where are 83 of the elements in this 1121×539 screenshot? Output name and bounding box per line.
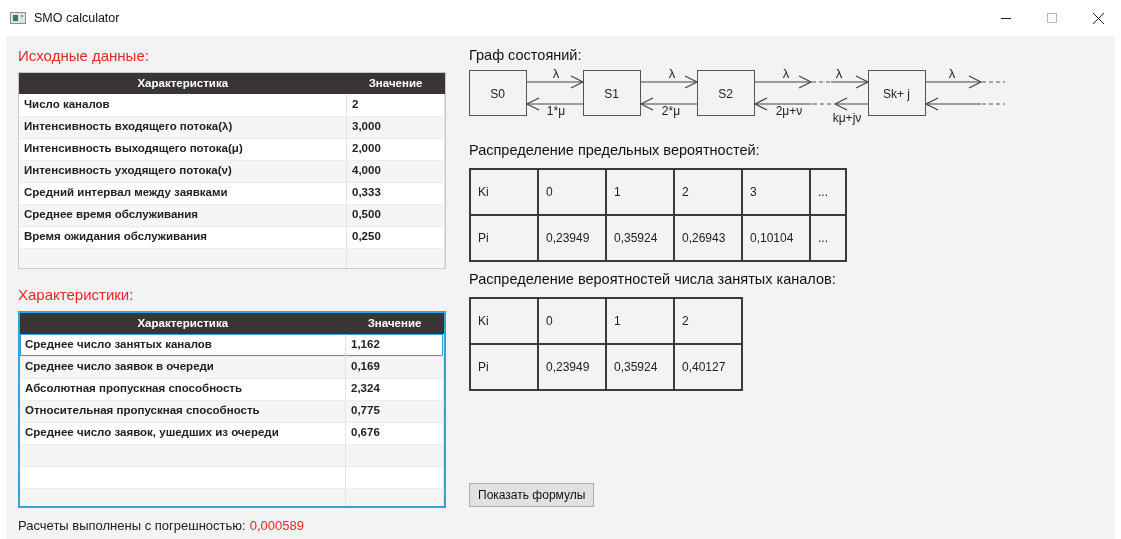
table-cell: Интенсивность уходящего потока(ν) <box>19 160 347 182</box>
arrow-label: λ <box>948 69 956 81</box>
table-row[interactable]: Среднее время обслуживания 0,500 <box>19 204 445 226</box>
arrow-label: λ <box>782 69 790 81</box>
table-cell: Среднее число заявок в очереди <box>20 356 346 378</box>
state-node: S0 <box>469 70 527 116</box>
table-cell: ... <box>810 169 846 215</box>
close-icon <box>1092 12 1104 24</box>
table-cell: 3 <box>742 169 810 215</box>
table-cell: 2 <box>674 169 742 215</box>
show-formulas-button[interactable]: Показать формулы <box>469 483 595 507</box>
dashed-line <box>811 81 832 83</box>
app-icon <box>10 12 26 24</box>
table-row[interactable]: Среднее число заявок в очереди 0,169 <box>20 356 444 378</box>
table-cell: Средний интервал между заявками <box>19 182 347 204</box>
table-cell: 0,26943 <box>674 215 742 261</box>
arrow-label: λ <box>552 69 560 81</box>
table-cell: ... <box>810 215 846 261</box>
arrow-label: 2μ+ν <box>775 104 803 118</box>
table-cell: 0,23949 <box>538 344 606 390</box>
section-heading: Граф состояний: <box>469 46 583 65</box>
table-cell: Ki <box>470 298 538 344</box>
table-row[interactable]: Время ожидания обслуживания 0,250 <box>19 226 445 248</box>
table-row[interactable]: Относительная пропускная способность 0,775 <box>20 400 444 422</box>
error-value: 0,000589 <box>249 517 304 533</box>
table-cell: 0,35924 <box>606 215 674 261</box>
state-node: S1 <box>583 70 641 116</box>
table-cell: 0,10104 <box>742 215 810 261</box>
table-cell: Среднее время обслуживания <box>19 204 347 226</box>
section-heading: Распределение предельных вероятностей: <box>469 141 761 160</box>
table-cell: Среднее число заявок, ушедших из очереди <box>20 422 346 444</box>
table-cell: 0 <box>538 169 606 215</box>
table-row[interactable]: Число каналов 2 <box>19 94 445 116</box>
state-node: Sk+ j <box>868 70 926 116</box>
state-node: S2 <box>697 70 755 116</box>
column-header: Значение <box>346 73 445 94</box>
table-row[interactable]: Интенсивность входящего потока(λ) 3,000 <box>19 116 445 138</box>
table-cell: Относительная пропускная способность <box>20 400 346 422</box>
column-header: Значение <box>345 313 444 334</box>
table-row[interactable]: Интенсивность выходящего потока(μ) 2,000 <box>19 138 445 160</box>
table-row[interactable]: Средний интервал между заявками 0,333 <box>19 182 445 204</box>
table-cell: 2 <box>674 298 742 344</box>
arrow-label: λ <box>668 69 676 81</box>
table-cell: 0 <box>538 298 606 344</box>
section-heading: Характеристики: <box>18 285 135 305</box>
dashed-line <box>981 81 1006 83</box>
column-header: Характеристика <box>20 313 346 334</box>
table-cell: Среднее число занятых каналов <box>20 334 346 356</box>
dashed-line <box>981 103 1006 105</box>
table-cell: Интенсивность входящего потока(λ) <box>19 116 347 138</box>
arrow-label: 1*μ <box>546 104 566 118</box>
section-heading: Распределение вероятностей числа занятых каналов: <box>469 270 837 289</box>
table-cell: Ki <box>470 169 538 215</box>
data-table[interactable] <box>18 72 446 269</box>
table-cell: 1 <box>606 298 674 344</box>
table-cell: 0,23949 <box>538 215 606 261</box>
table-cell: Pi <box>470 215 538 261</box>
table-cell: 0,40127 <box>674 344 742 390</box>
table-cell: 0,35924 <box>606 344 674 390</box>
status-label: Расчеты выполнены с погрешностью: <box>18 517 246 533</box>
table-row[interactable]: Среднее число занятых каналов 1,162 <box>20 334 444 356</box>
section-heading: Исходные данные: <box>18 46 150 66</box>
table-row[interactable]: Среднее число заявок, ушедших из очереди 0,676 <box>20 422 444 444</box>
table-cell: Интенсивность выходящего потока(μ) <box>19 138 347 160</box>
arrow-label: kμ+jν <box>832 111 862 125</box>
dashed-line <box>812 103 834 105</box>
table-cell: Pi <box>470 344 538 390</box>
table-cell: Время ожидания обслуживания <box>19 226 347 248</box>
table-cell: Абсолютная пропускная способность <box>20 378 346 400</box>
column-header: Характеристика <box>19 73 347 94</box>
table-row[interactable]: Абсолютная пропускная способность 2,324 <box>20 378 444 400</box>
window-title: SMO calculator <box>34 9 120 27</box>
table-cell: 2 <box>346 94 445 116</box>
table-cell: 1 <box>606 169 674 215</box>
table-cell: Число каналов <box>19 94 347 116</box>
arrow <box>833 97 869 111</box>
arrow-label: λ <box>835 69 843 81</box>
table-cell: 1,162 <box>345 334 444 356</box>
maximize-icon <box>1047 13 1057 23</box>
table-row[interactable]: Интенсивность уходящего потока(ν) 4,000 <box>19 160 445 182</box>
data-table[interactable] <box>18 311 446 508</box>
arrow-label: 2*μ <box>661 104 681 118</box>
arrow <box>924 97 982 111</box>
